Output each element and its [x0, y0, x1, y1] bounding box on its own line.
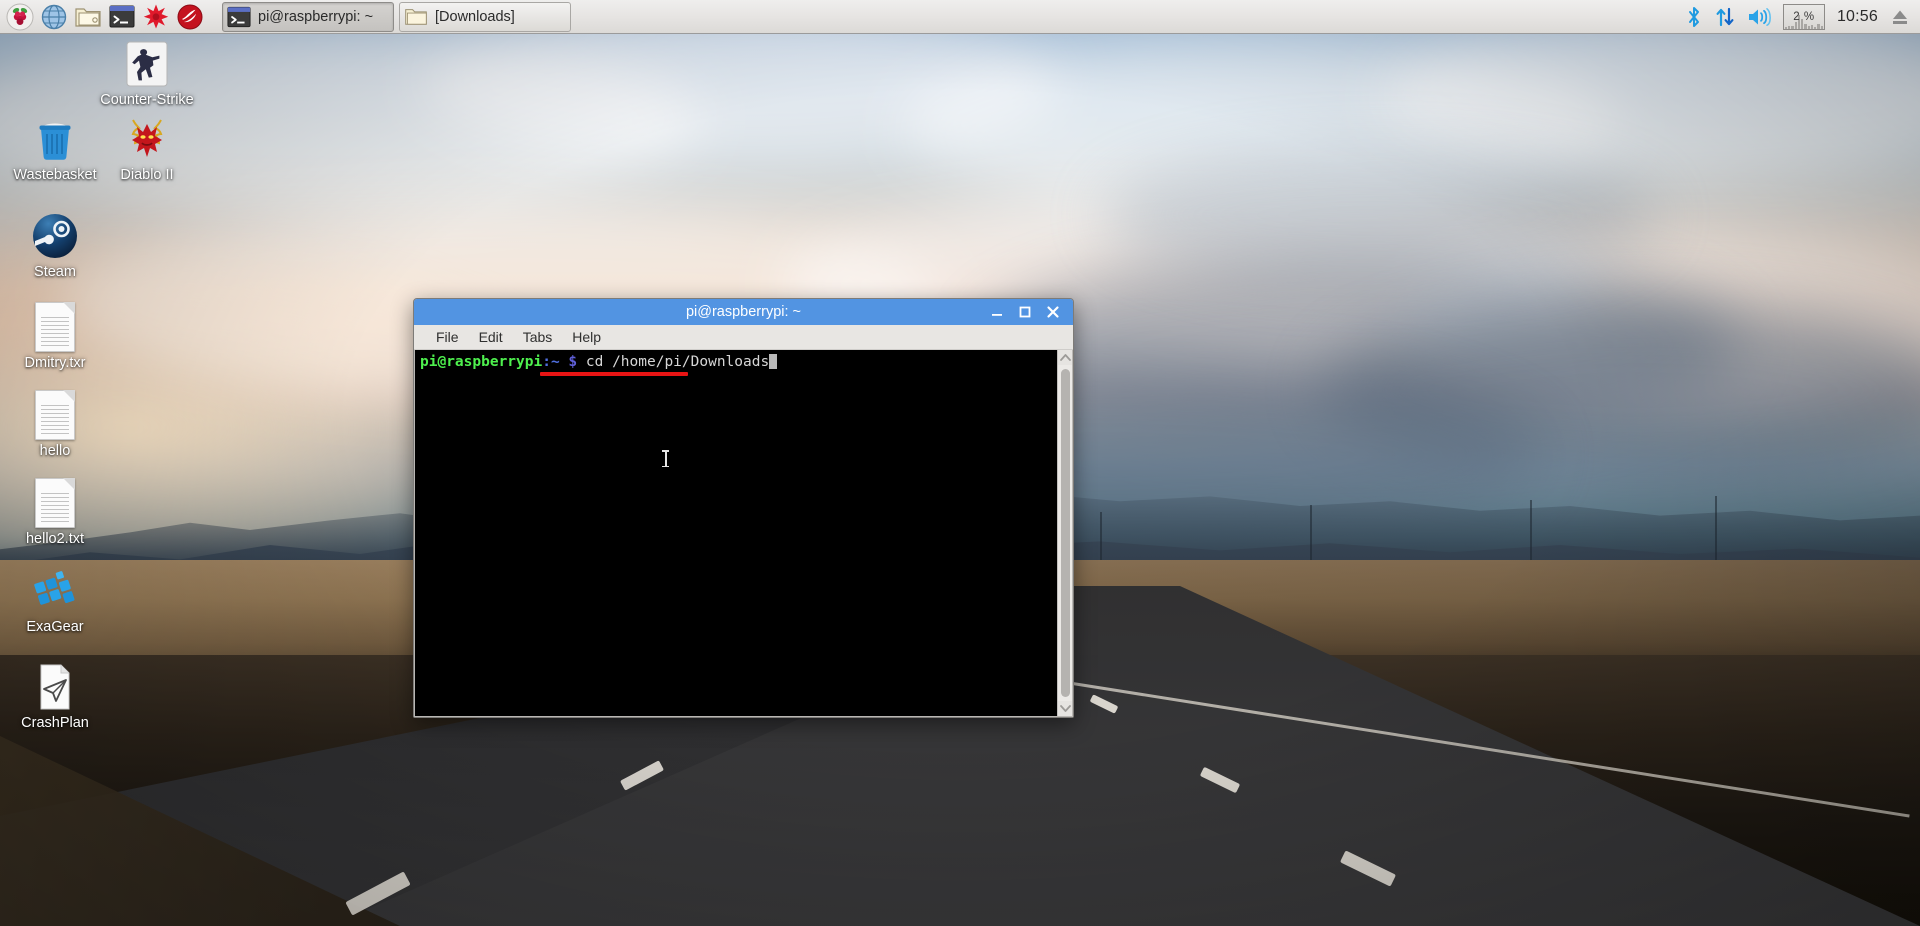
window-title: pi@raspberrypi: ~ — [685, 304, 802, 320]
cpu-usage-label: 2 % — [1784, 5, 1824, 29]
prompt-path: :~ — [542, 354, 560, 370]
desktop-icon-label: Wastebasket — [13, 167, 97, 183]
terminal-scrollbar[interactable] — [1057, 350, 1072, 716]
desktop-icon-counter-strike[interactable]: Counter-Strike — [92, 38, 202, 109]
text-file-icon — [29, 301, 81, 353]
prompt-symbol: $ — [568, 354, 578, 370]
raspberry-menu-icon[interactable] — [4, 1, 36, 33]
desktop-icon-label: Counter-Strike — [100, 92, 194, 108]
desktop-icon-diablo-ii[interactable]: Diablo II — [92, 113, 202, 184]
terminal-prompt-line: pi@raspberrypi:~ $ cd /home/pi/Downloads — [420, 354, 1053, 371]
scroll-down-icon[interactable] — [1058, 701, 1073, 716]
terminal-icon[interactable] — [106, 1, 138, 33]
terminal-icon — [227, 6, 251, 28]
desktop-icon-label: Steam — [34, 264, 76, 280]
scrollbar-track[interactable] — [1057, 365, 1072, 701]
bluetooth-icon[interactable] — [1685, 6, 1703, 28]
desktop-icon-steam[interactable]: Steam — [0, 210, 110, 281]
taskbar-button-label: [Downloads] — [435, 8, 515, 25]
minimize-icon[interactable] — [990, 305, 1004, 319]
desktop-icon-label: Diablo II — [120, 167, 174, 183]
menu-item-tabs[interactable]: Tabs — [513, 326, 563, 348]
wolfram-icon[interactable] — [174, 1, 206, 33]
desktop-icon-hello2-txt[interactable]: hello2.txt — [0, 477, 110, 548]
eject-icon[interactable] — [1890, 7, 1910, 27]
clock[interactable]: 10:56 — [1837, 8, 1878, 26]
network-updown-icon[interactable] — [1715, 6, 1735, 28]
text-file-icon — [29, 477, 81, 529]
desktop-icon-dmitry-txr[interactable]: Dmitry.txr — [0, 301, 110, 372]
desktop-icon-label: CrashPlan — [21, 715, 89, 731]
taskbar: pi@raspberrypi: ~ [Downloads] 2 % 10:56 — [0, 0, 1920, 34]
menu-item-help[interactable]: Help — [562, 326, 611, 348]
desktop-icon-exagear[interactable]: ExaGear — [0, 565, 110, 636]
red-underline-annotation — [540, 372, 688, 376]
system-tray: 2 % 10:56 — [1685, 3, 1920, 30]
text-cursor-icon — [662, 450, 669, 467]
menu-item-file[interactable]: File — [426, 326, 469, 348]
terminal-body[interactable]: pi@raspberrypi:~ $ cd /home/pi/Downloads — [414, 350, 1073, 717]
close-icon[interactable] — [1046, 305, 1060, 319]
desktop-icon-label: hello — [39, 443, 71, 459]
folder-icon — [404, 6, 428, 28]
desktop-icon-label: ExaGear — [26, 619, 84, 635]
counter-strike-icon — [121, 38, 173, 90]
desktop-icon-label: hello2.txt — [25, 531, 85, 547]
taskbar-button-downloads[interactable]: [Downloads] — [399, 1, 571, 32]
cpu-unit: % — [1803, 10, 1815, 23]
crashplan-icon — [29, 661, 81, 713]
cpu-usage-monitor[interactable]: 2 % — [1782, 3, 1825, 30]
diablo-icon — [121, 113, 173, 165]
wastebasket-icon — [29, 113, 81, 165]
text-file-icon — [29, 389, 81, 441]
desktop-icon-label: Dmitry.txr — [24, 355, 86, 371]
exagear-icon — [29, 565, 81, 617]
file-manager-icon[interactable] — [72, 1, 104, 33]
web-browser-icon[interactable] — [38, 1, 70, 33]
terminal-cursor — [769, 354, 778, 369]
window-controls — [990, 305, 1073, 319]
desktop-icon-crashplan[interactable]: CrashPlan — [0, 661, 110, 732]
desktop-icon-grid: Counter-Strike Wastebasket Diablo II Ste… — [0, 34, 300, 926]
prompt-user-host: pi@raspberrypi — [420, 354, 543, 370]
desktop-icon-hello[interactable]: hello — [0, 389, 110, 460]
cpu-value: 2 — [1793, 10, 1801, 23]
steam-icon — [29, 210, 81, 262]
terminal-window[interactable]: pi@raspberrypi: ~ File Edit Tabs Help pi… — [413, 298, 1074, 718]
taskbar-button-label: pi@raspberrypi: ~ — [258, 8, 374, 25]
mathematica-icon[interactable] — [140, 1, 172, 33]
taskbar-launchers — [0, 1, 206, 33]
taskbar-button-terminal[interactable]: pi@raspberrypi: ~ — [222, 1, 394, 32]
terminal-output[interactable]: pi@raspberrypi:~ $ cd /home/pi/Downloads — [415, 350, 1057, 716]
terminal-titlebar[interactable]: pi@raspberrypi: ~ — [414, 299, 1073, 325]
terminal-menubar: File Edit Tabs Help — [414, 325, 1073, 350]
maximize-icon[interactable] — [1018, 305, 1032, 319]
volume-icon[interactable] — [1747, 7, 1771, 27]
scrollbar-thumb[interactable] — [1060, 369, 1070, 697]
scroll-up-icon[interactable] — [1058, 350, 1073, 365]
taskbar-window-list: pi@raspberrypi: ~ [Downloads] — [222, 1, 571, 32]
menu-item-edit[interactable]: Edit — [469, 326, 513, 348]
terminal-command: cd /home/pi/Downloads — [577, 354, 770, 370]
